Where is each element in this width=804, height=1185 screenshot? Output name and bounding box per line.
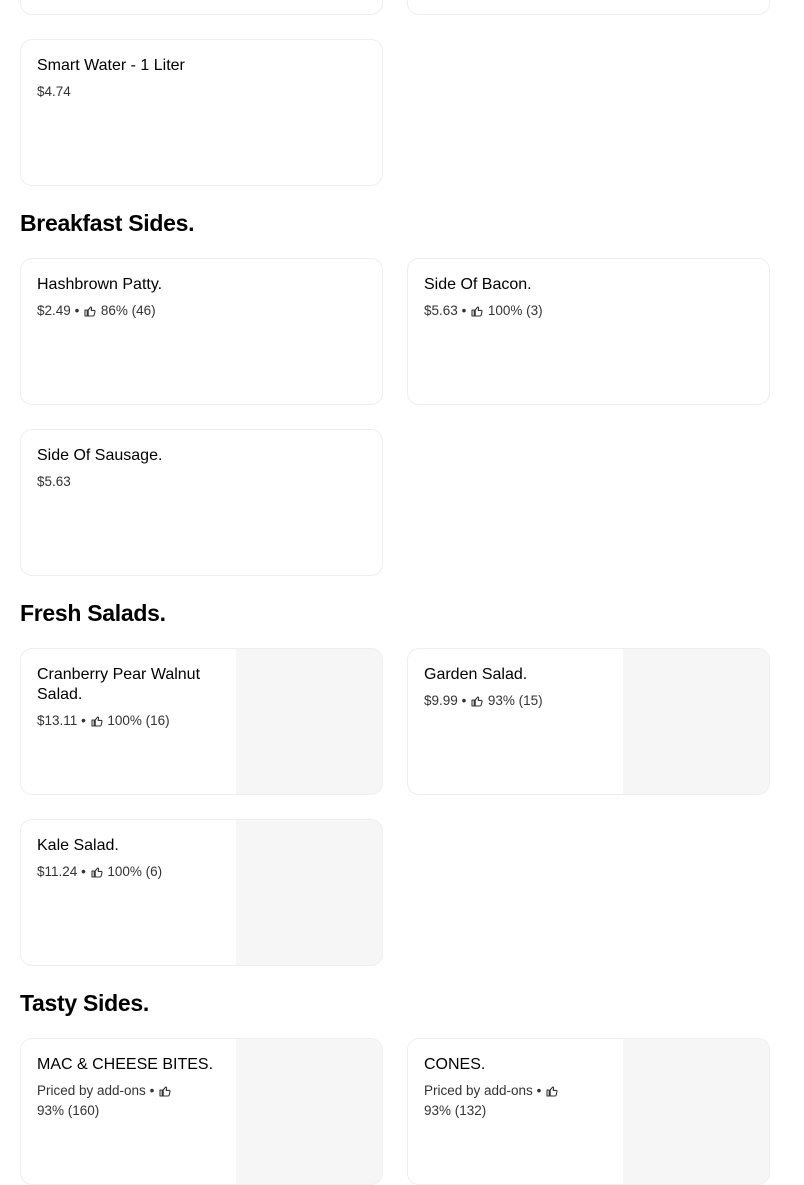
item-name: Cranberry Pear Walnut Salad. (37, 666, 201, 703)
section-title-breakfast-sides: Breakfast Sides. (20, 210, 195, 236)
item-meta: $9.99 • 93% (15) (424, 691, 543, 711)
item-image (623, 1039, 769, 1184)
section-title-tasty-sides: Tasty Sides. (20, 990, 149, 1016)
menu-item-card[interactable]: Smart Water - 1 Liter $4.74 (20, 39, 383, 186)
thumbs-up-icon (91, 867, 103, 878)
menu-item-card[interactable]: MAC & CHEESE BITES. Priced by add-ons • … (20, 1038, 383, 1185)
menu-item-card[interactable]: Side Of Bacon. $5.63 • 100% (3) (407, 258, 770, 405)
item-price: $13.11 (37, 713, 78, 728)
item-price: $4.74 (37, 84, 71, 99)
item-meta: $2.49 • 86% (46) (37, 301, 156, 321)
item-image (236, 649, 382, 794)
item-name: MAC & CHEESE BITES. (37, 1056, 214, 1073)
item-meta: $11.24 • 100% (6) (37, 862, 162, 882)
menu-item-card[interactable] (407, 0, 770, 15)
item-meta: $5.63 (37, 472, 71, 492)
item-rating: 93% (160) (37, 1103, 100, 1118)
item-meta: Priced by add-ons • 93% (160) (37, 1081, 187, 1121)
thumbs-up-icon (84, 306, 96, 317)
menu-item-card[interactable]: Side Of Sausage. $5.63 (20, 429, 383, 576)
item-price: $11.24 (37, 864, 78, 879)
item-price: Priced by add-ons (37, 1083, 146, 1098)
item-name: Smart Water - 1 Liter (37, 57, 185, 74)
thumbs-up-icon (159, 1086, 171, 1097)
meta-separator: • (81, 713, 86, 728)
menu-item-card[interactable] (20, 0, 383, 15)
item-name: Side Of Sausage. (37, 447, 163, 464)
menu-item-card[interactable]: Garden Salad. $9.99 • 93% (15) (407, 648, 770, 795)
meta-separator: • (536, 1083, 542, 1098)
item-rating: 86% (46) (100, 303, 156, 318)
item-image (623, 649, 769, 794)
menu-item-card[interactable]: Hashbrown Patty. $2.49 • 86% (46) (20, 258, 383, 405)
thumbs-up-icon (471, 696, 483, 707)
item-rating: 100% (16) (107, 713, 170, 728)
meta-separator: • (461, 693, 467, 708)
meta-separator: • (149, 1083, 155, 1098)
item-price: $9.99 (424, 693, 458, 708)
item-price: $5.63 (424, 303, 458, 318)
item-meta: $5.63 • 100% (3) (424, 301, 543, 321)
item-name: Side Of Bacon. (424, 276, 532, 293)
thumbs-up-icon (546, 1086, 558, 1097)
item-price: $5.63 (37, 474, 71, 489)
item-price: Priced by add-ons (424, 1083, 533, 1098)
item-meta: Priced by add-ons • 93% (132) (424, 1081, 574, 1121)
item-name: Hashbrown Patty. (37, 276, 163, 293)
item-rating: 93% (132) (424, 1103, 487, 1118)
item-image (236, 820, 382, 965)
meta-separator: • (74, 303, 80, 318)
section-title-fresh-salads: Fresh Salads. (20, 600, 166, 626)
item-meta: $4.74 (37, 82, 71, 102)
item-meta: $13.11 • 100% (16) (37, 711, 170, 731)
menu-item-card[interactable]: Kale Salad. $11.24 • 100% (6) (20, 819, 383, 966)
item-rating: 100% (3) (487, 303, 543, 318)
item-image (236, 1039, 382, 1184)
item-rating: 93% (15) (487, 693, 543, 708)
menu-item-card[interactable]: Cranberry Pear Walnut Salad. $13.11 • 10… (20, 648, 383, 795)
item-rating: 100% (6) (107, 864, 163, 879)
meta-separator: • (461, 303, 467, 318)
menu-item-card[interactable]: CONES. Priced by add-ons • 93% (132) (407, 1038, 770, 1185)
item-price: $2.49 (37, 303, 71, 318)
thumbs-up-icon (91, 716, 103, 727)
thumbs-up-icon (471, 306, 483, 317)
item-name: CONES. (424, 1056, 486, 1073)
item-name: Garden Salad. (424, 666, 528, 683)
item-name: Kale Salad. (37, 837, 119, 854)
meta-separator: • (81, 864, 86, 879)
